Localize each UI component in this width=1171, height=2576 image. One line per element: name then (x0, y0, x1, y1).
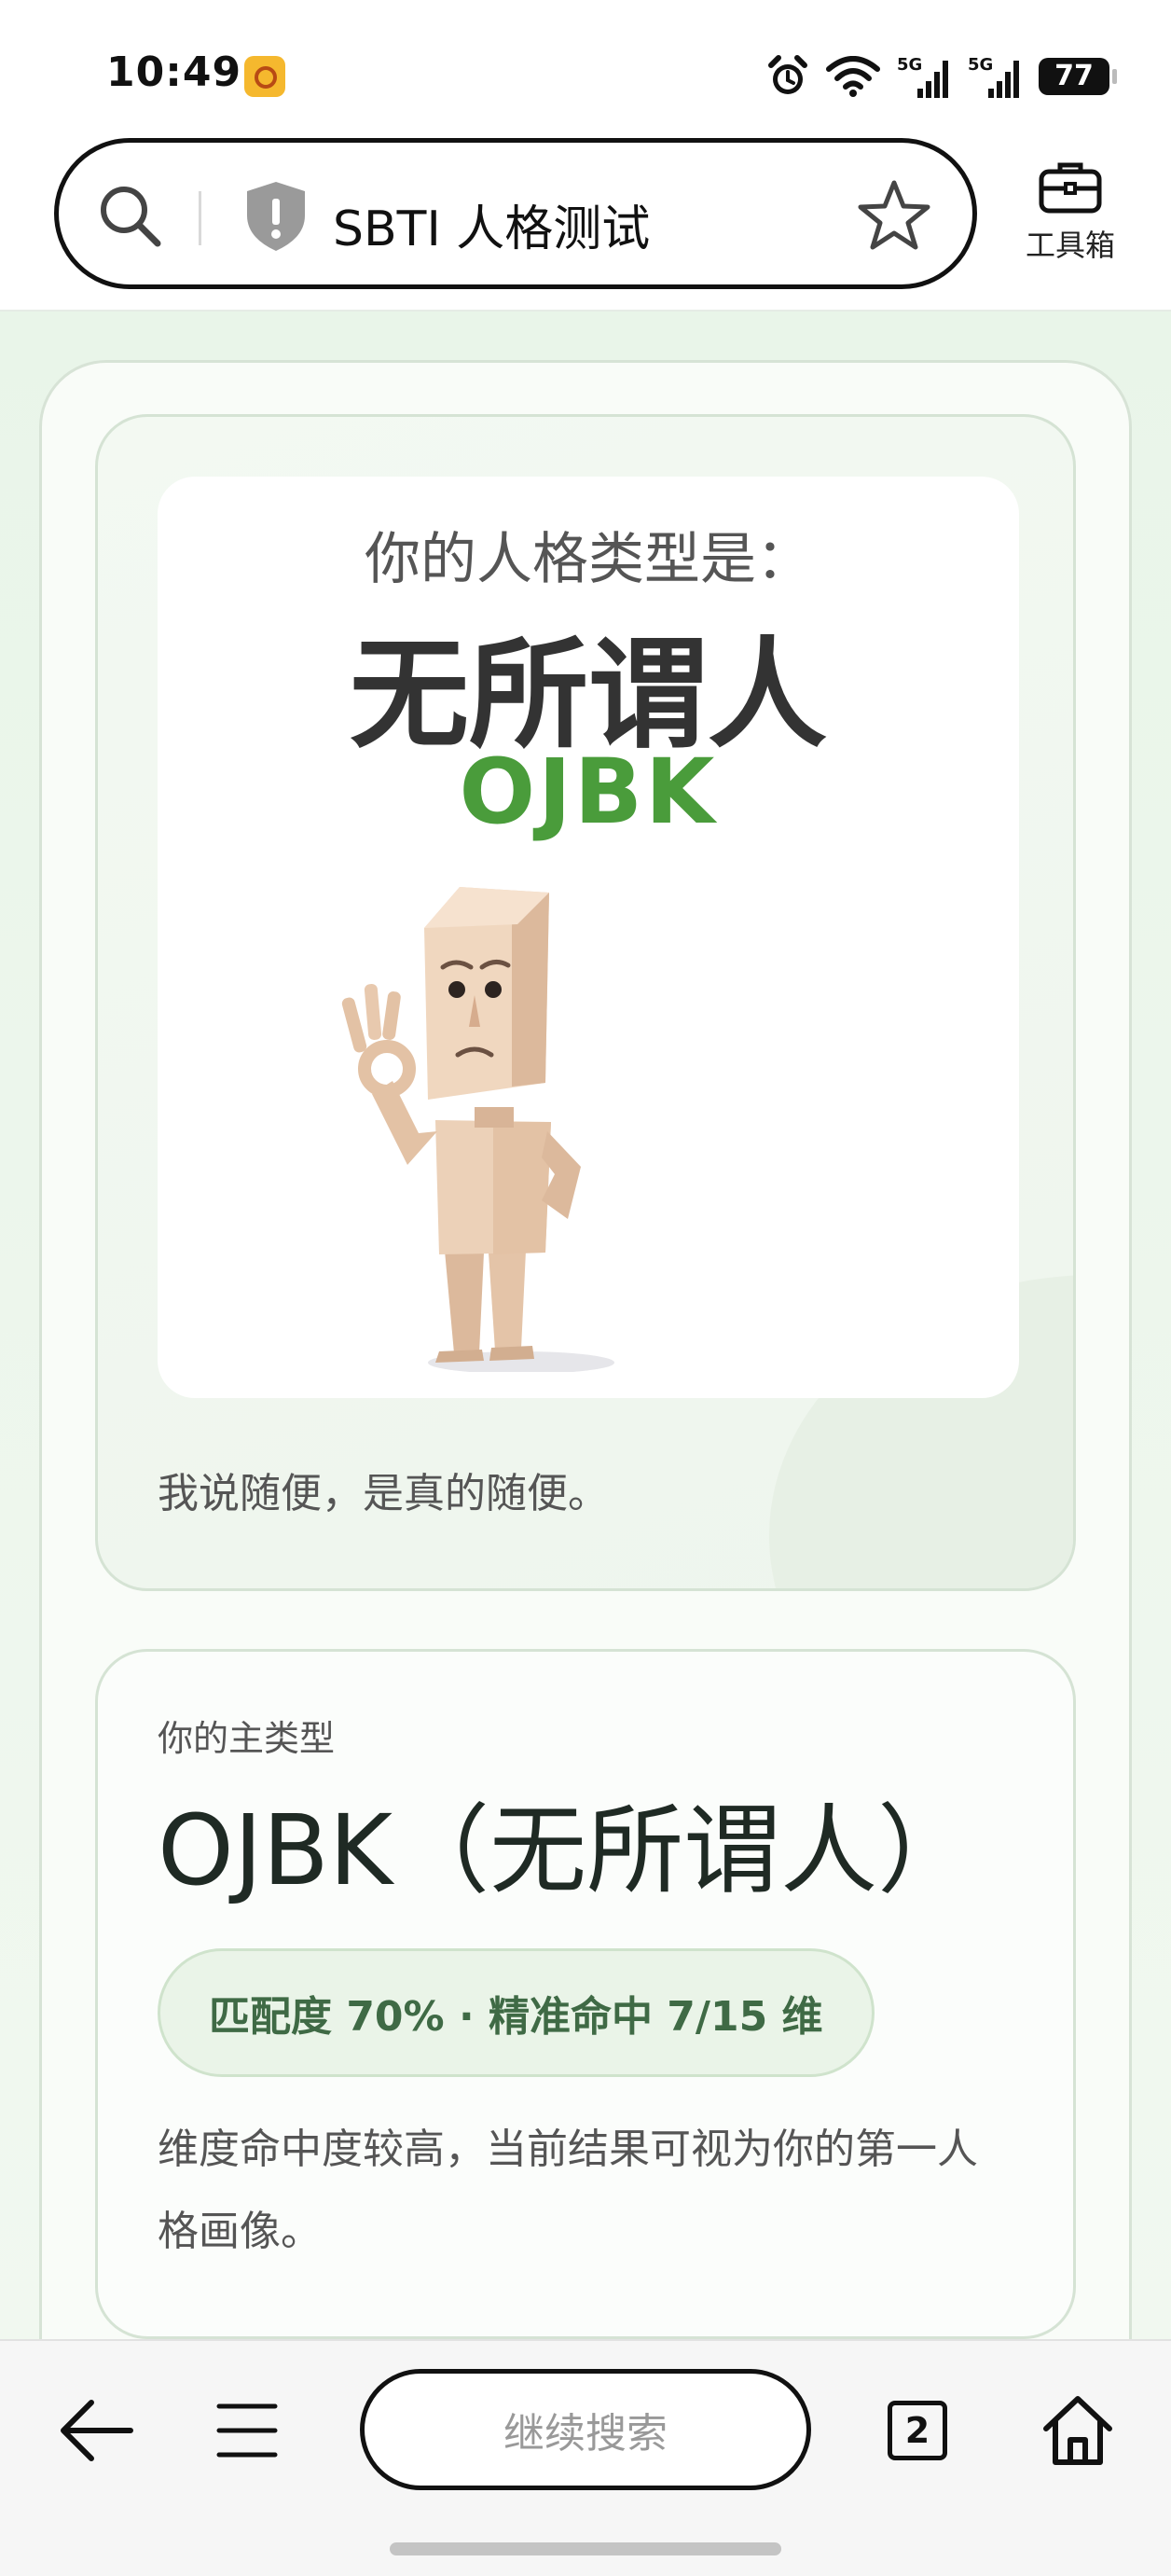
signal-icon: 5G (897, 55, 948, 98)
match-badge: 匹配度 70% · 精准命中 7/15 维 (158, 1948, 875, 2077)
result-subtitle: 你的人格类型是： (365, 527, 812, 592)
result-image: 你的人格类型是： 无所谓人 OJBK (158, 477, 1019, 1398)
network-type-1: 5G (897, 55, 922, 75)
home-indicator (390, 2542, 781, 2555)
main-type-card: 你的主类型 OJBK（无所谓人） 匹配度 70% · 精准命中 7/15 维 维… (95, 1649, 1076, 2339)
result-hero-card: 你的人格类型是： 无所谓人 OJBK 我说随便，是真的随便。 (95, 414, 1076, 1591)
mascot-illustration (341, 887, 614, 1372)
tabs-icon[interactable]: 2 (888, 2401, 947, 2460)
address-divider (199, 191, 201, 245)
address-bar[interactable]: SBTI 人格测试 (54, 138, 977, 289)
star-icon[interactable] (857, 178, 931, 251)
result-type-code: OJBK (459, 740, 718, 844)
alarm-icon (768, 55, 807, 94)
page-title: SBTI 人格测试 (333, 201, 651, 257)
shield-icon[interactable] (243, 180, 309, 253)
continue-search-button[interactable]: 继续搜索 (360, 2369, 811, 2490)
status-icons: 5G 5G 77 (766, 48, 1117, 104)
toolbox-icon (1039, 162, 1102, 214)
toolbox-button[interactable]: 工具箱 (1018, 160, 1123, 265)
status-time: 10:49 (106, 48, 242, 96)
toolbox-label: 工具箱 (1025, 228, 1115, 263)
main-type-title: OJBK（无所谓人） (158, 1794, 975, 1907)
wifi-icon (826, 56, 880, 97)
menu-icon[interactable] (216, 2401, 278, 2460)
back-arrow-icon[interactable] (58, 2395, 136, 2466)
main-type-label: 你的主类型 (158, 1718, 336, 1759)
status-bar: 10:49 5G 5G 77 (0, 0, 1171, 140)
battery-indicator: 77 (1039, 58, 1117, 95)
home-icon[interactable] (1040, 2393, 1115, 2468)
search-icon[interactable] (96, 182, 165, 251)
continue-search-label: 继续搜索 (503, 2410, 668, 2458)
signal-icon: 5G (968, 55, 1019, 98)
result-caption: 我说随便，是真的随便。 (158, 1470, 609, 1517)
network-type-2: 5G (968, 55, 993, 75)
match-text: 匹配度 70% · 精准命中 7/15 维 (209, 1993, 823, 2041)
bottom-navigation: 继续搜索 2 (0, 2339, 1171, 2576)
app-notification-icon (244, 56, 285, 97)
main-type-description: 维度命中度较高，当前结果可视为你的第一人格画像。 (158, 2126, 978, 2255)
